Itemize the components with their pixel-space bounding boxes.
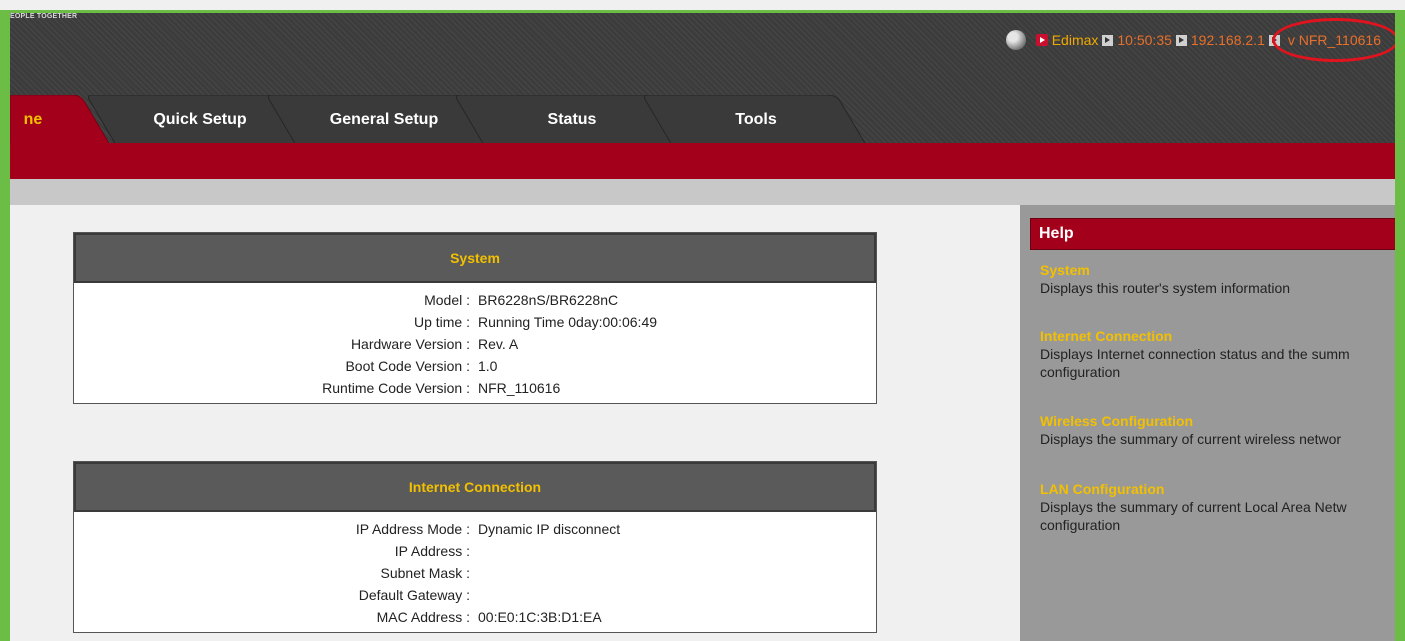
tab-general-setup[interactable]: General Setup xyxy=(290,95,478,145)
row-value: 1.0 xyxy=(478,358,498,374)
row-label: Hardware Version : xyxy=(350,336,470,352)
help-item-text: Displays the summary of current wireless… xyxy=(1040,431,1342,447)
help-item-title[interactable]: Internet Connection xyxy=(1040,327,1395,345)
info-row: MAC Address : 00:E0:1C:3B:D1:EA xyxy=(74,606,876,628)
help-item-title[interactable]: System xyxy=(1040,261,1395,279)
info-row: Runtime Code Version : NFR_110616 xyxy=(74,377,876,399)
header: EOPLE TOGETHER Edimax 10:50:35 192.168.2… xyxy=(10,13,1395,145)
gray-divider-bar xyxy=(10,179,1395,205)
help-item-internet: Internet Connection Displays Internet co… xyxy=(1040,327,1395,381)
help-panel: Help System Displays this router's syste… xyxy=(1020,205,1395,641)
arrow-right-icon xyxy=(1035,34,1048,46)
row-value: NFR_110616 xyxy=(478,380,561,396)
tab-status[interactable]: Status xyxy=(478,95,666,145)
row-label: IP Address : xyxy=(394,543,470,559)
internet-panel-title: Internet Connection xyxy=(74,462,876,512)
info-row: Subnet Mask : xyxy=(74,562,876,584)
subnav-bar xyxy=(10,143,1395,179)
row-value: Rev. A xyxy=(478,336,519,352)
router-ip: 192.168.2.1 xyxy=(1190,32,1265,48)
row-value: Running Time 0day:00:06:49 xyxy=(478,314,658,330)
system-rows: Model : BR6228nS/BR6228nC Up time : Runn… xyxy=(74,283,876,403)
info-row: Boot Code Version : 1.0 xyxy=(74,355,876,377)
tab-tools[interactable]: Tools xyxy=(666,95,846,145)
info-row: IP Address Mode : Dynamic IP disconnect xyxy=(74,518,876,540)
tab-quick-setup[interactable]: Quick Setup xyxy=(110,95,290,145)
arrow-right-icon xyxy=(1102,34,1114,46)
internet-connection-panel: Internet Connection IP Address Mode : Dy… xyxy=(73,461,877,633)
row-label: Subnet Mask : xyxy=(380,565,471,581)
info-row: Default Gateway : xyxy=(74,584,876,606)
row-value: BR6228nS/BR6228nC xyxy=(478,292,619,308)
current-time: 10:50:35 xyxy=(1117,32,1172,48)
help-item-system: System Displays this router's system inf… xyxy=(1040,261,1395,297)
main-content: System Model : BR6228nS/BR6228nC Up time… xyxy=(10,205,1020,641)
help-item-title[interactable]: Wireless Configuration xyxy=(1040,412,1395,430)
help-item-lan: LAN Configuration Displays the summary o… xyxy=(1040,480,1395,534)
system-panel-title: System xyxy=(74,233,876,283)
firmware-version-highlight: v NFR_110616 xyxy=(1271,18,1395,62)
internet-rows: IP Address Mode : Dynamic IP disconnect … xyxy=(74,512,876,632)
row-label: Up time : xyxy=(413,314,470,330)
firmware-version: v NFR_110616 xyxy=(1287,32,1381,48)
info-row: Up time : Running Time 0day:00:06:49 xyxy=(74,311,876,333)
info-row: IP Address : xyxy=(74,540,876,562)
brand-tagline: EOPLE TOGETHER xyxy=(10,13,78,20)
info-row: Model : BR6228nS/BR6228nC xyxy=(74,289,876,311)
row-label: MAC Address : xyxy=(376,609,470,625)
arrow-right-icon xyxy=(1175,34,1187,46)
row-label: Default Gateway : xyxy=(358,587,470,603)
row-label: Model : xyxy=(424,292,470,308)
row-value: 00:E0:1C:3B:D1:EA xyxy=(478,609,602,625)
help-item-text: Displays this router's system informatio… xyxy=(1040,280,1291,296)
help-item-text: configuration xyxy=(1040,364,1121,380)
row-label: IP Address Mode : xyxy=(355,521,470,537)
tab-home[interactable]: ne xyxy=(10,95,56,145)
main-tabs: ne Quick Setup General Setup Status Tool… xyxy=(10,95,1395,145)
row-label: Boot Code Version : xyxy=(345,358,470,374)
browser-frame: EOPLE TOGETHER Edimax 10:50:35 192.168.2… xyxy=(0,10,1405,641)
help-item-title[interactable]: LAN Configuration xyxy=(1040,480,1395,498)
system-panel: System Model : BR6228nS/BR6228nC Up time… xyxy=(73,232,877,404)
help-title: Help xyxy=(1030,218,1395,250)
help-item-wireless: Wireless Configuration Displays the summ… xyxy=(1040,412,1395,448)
globe-icon xyxy=(1005,30,1026,50)
info-row: Hardware Version : Rev. A xyxy=(74,333,876,355)
row-label: Runtime Code Version : xyxy=(322,380,470,396)
help-item-text: Displays the summary of current Local Ar… xyxy=(1040,499,1347,515)
help-item-text: Displays Internet connection status and … xyxy=(1040,346,1350,362)
row-value: Dynamic IP disconnect xyxy=(478,521,621,537)
brand-name: Edimax xyxy=(1051,32,1099,48)
status-bar: Edimax 10:50:35 192.168.2.1 v NFR_110616 xyxy=(1005,18,1395,62)
help-item-text: configuration xyxy=(1040,517,1121,533)
